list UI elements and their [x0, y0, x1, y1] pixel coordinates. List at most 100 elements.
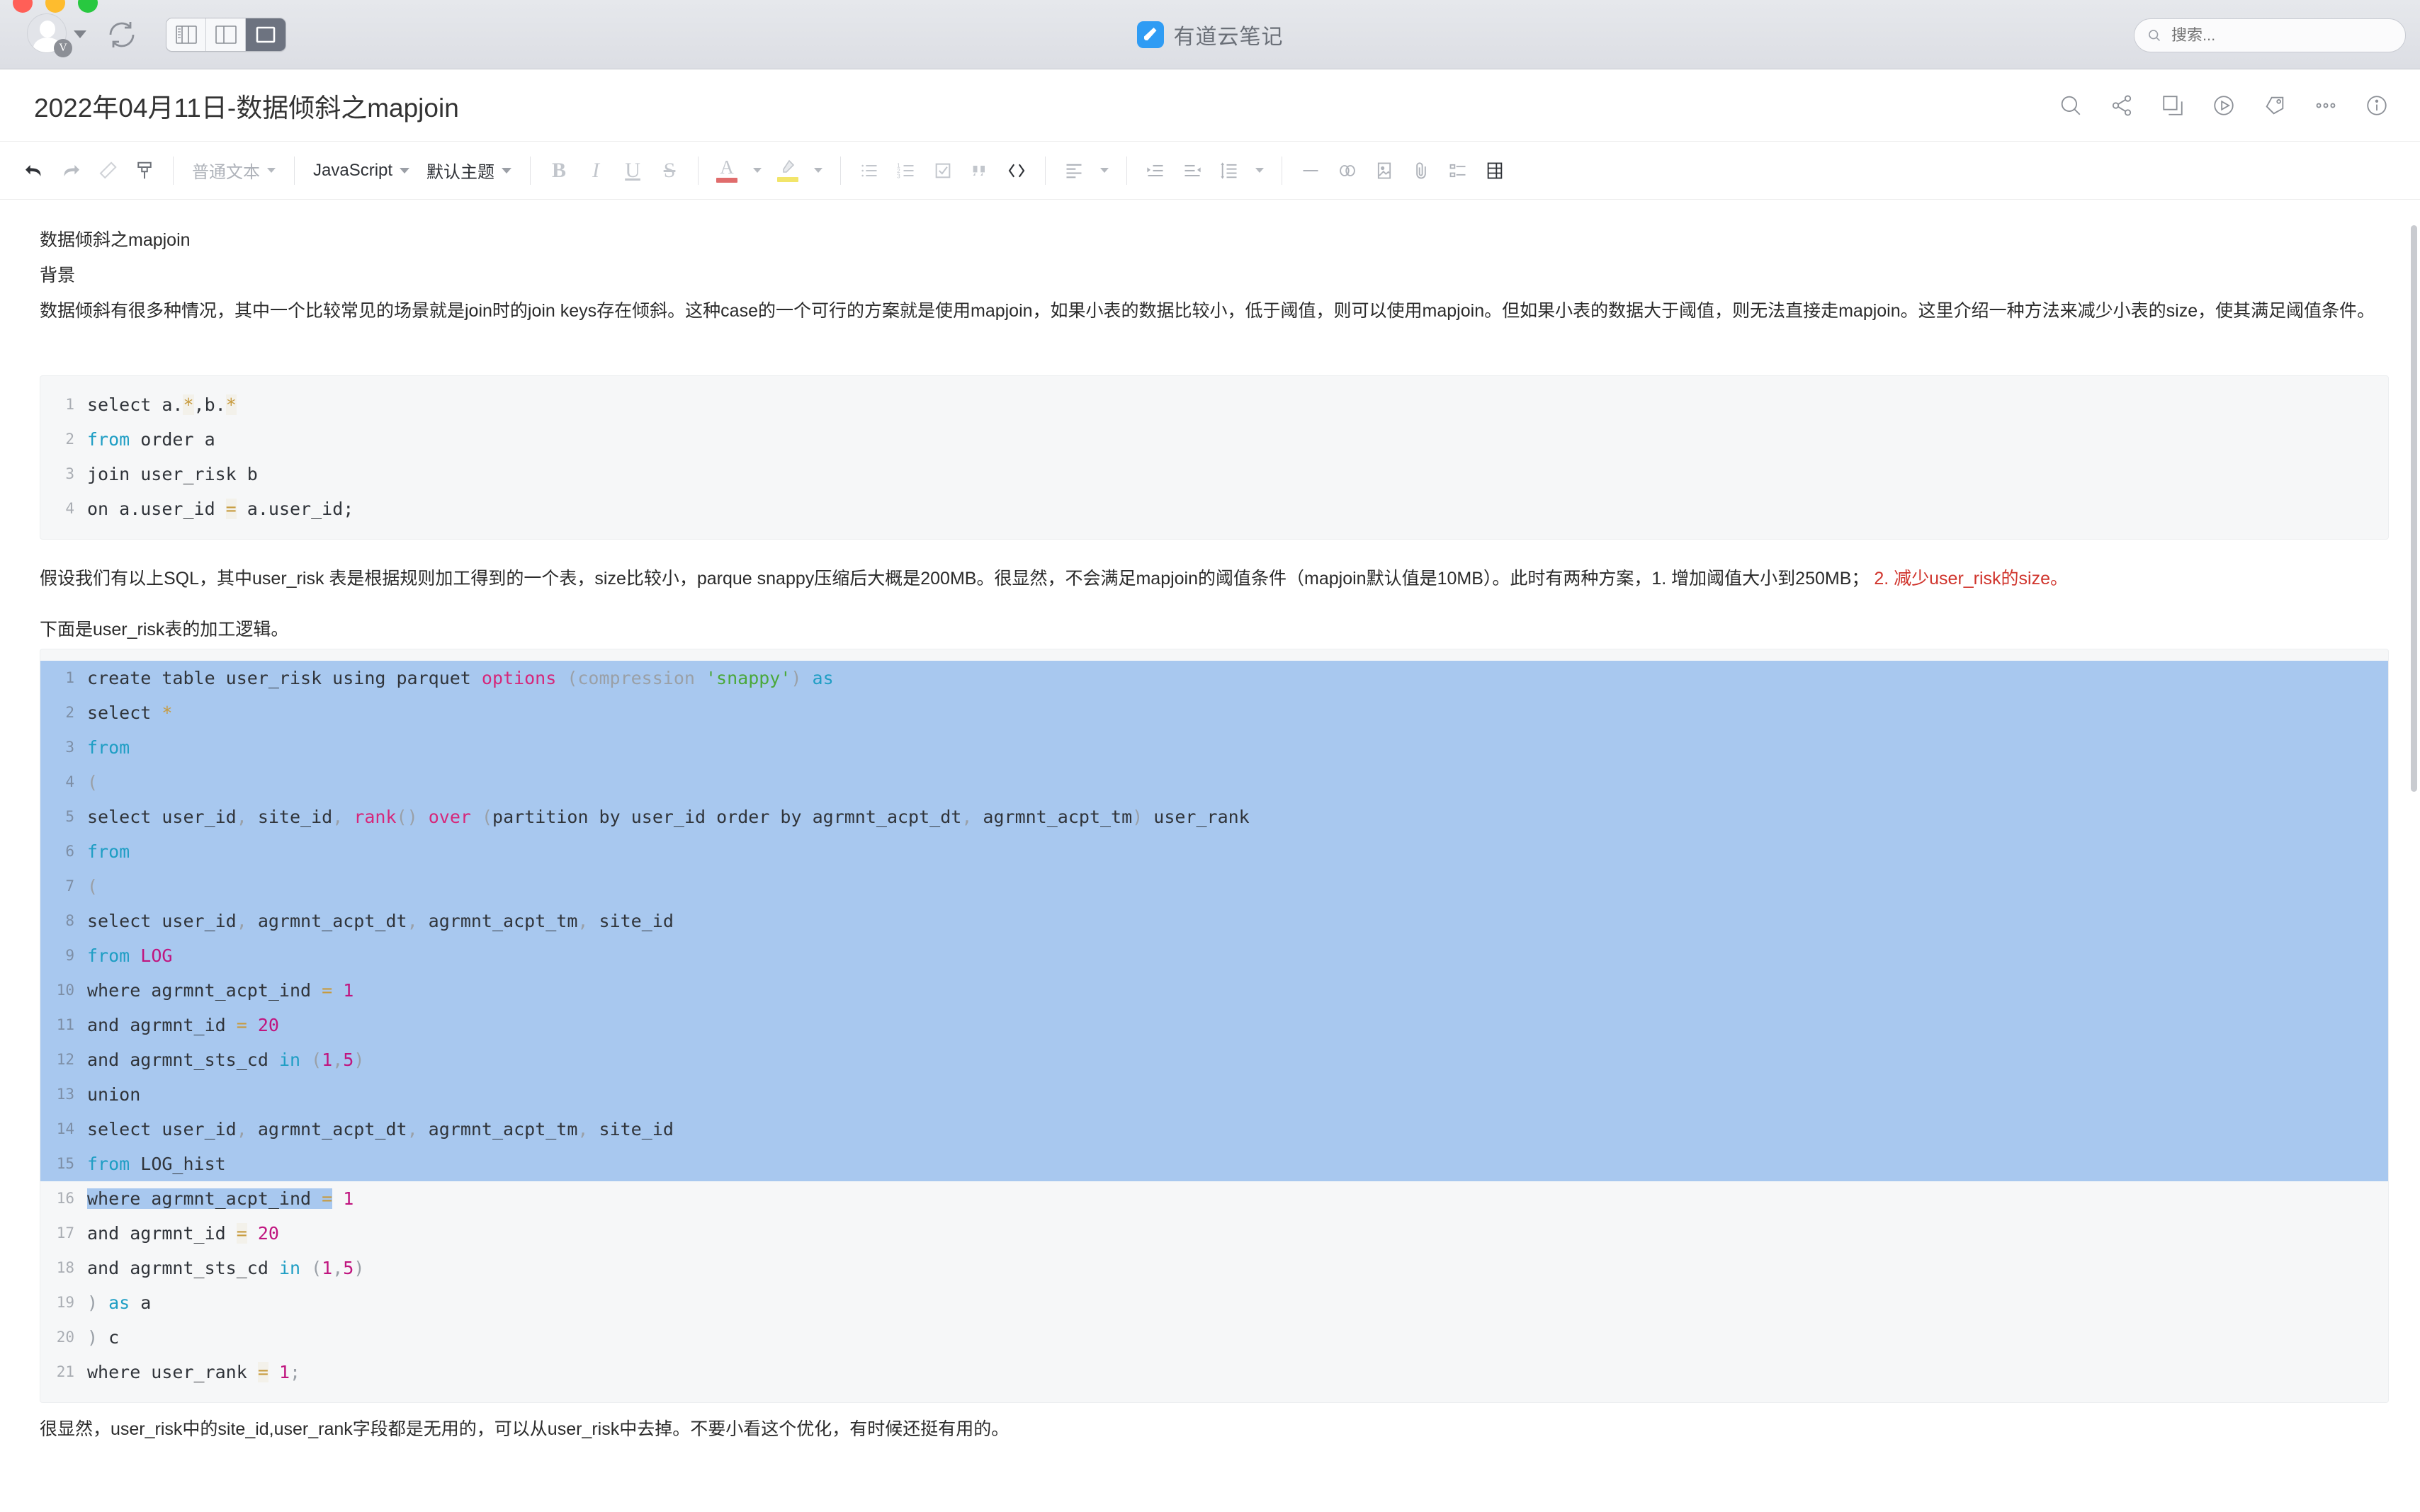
highlight-swatch [777, 177, 799, 182]
indent-button[interactable] [1137, 151, 1174, 191]
code-line[interactable]: 14 select user_id, agrmnt_acpt_dt, agrmnt… [40, 1112, 2388, 1147]
line-height-button[interactable] [1211, 151, 1248, 191]
code-theme-label: 默认主题 [426, 163, 495, 182]
line-number: 7 [65, 877, 74, 894]
chevron-down-icon[interactable] [74, 30, 86, 38]
code-line[interactable]: 6 from [40, 834, 2388, 869]
code-line[interactable]: 4 on a.user_id = a.user_id; [40, 491, 2388, 526]
content-paragraph-2: 假设我们有以上SQL，其中user_risk 表是根据规则加工得到的一个表，si… [40, 562, 2389, 595]
clear-format-button[interactable] [89, 151, 126, 191]
page-title[interactable]: 2022年04月11日-数据倾斜之mapjoin [34, 86, 2059, 125]
line-number: 15 [56, 1155, 74, 1172]
code-text: ( [87, 876, 98, 897]
highlight-dropdown[interactable] [806, 151, 830, 191]
minimize-window-button[interactable] [45, 0, 65, 13]
document-actions [2059, 93, 2389, 118]
numbered-list-button[interactable]: 1 2 3 [888, 151, 925, 191]
code-line[interactable]: 1 create table user_risk using parquet op… [40, 661, 2388, 695]
zoom-window-button[interactable] [78, 0, 98, 13]
bullet-list-icon [861, 164, 877, 176]
code-line[interactable]: 7( [40, 869, 2388, 904]
code-line[interactable]: 10 where agrmnt_acpt_ind = 1 [40, 973, 2388, 1008]
code-text: and agrmnt_sts_cd in (1,5) [87, 1050, 365, 1070]
present-icon[interactable] [2212, 93, 2236, 118]
font-color-button[interactable]: A [708, 151, 745, 191]
code-line[interactable]: 3 join user_risk b [40, 457, 2388, 491]
undo-button[interactable] [16, 151, 52, 191]
code-line[interactable]: 2 select * [40, 695, 2388, 730]
code-line[interactable]: 21 where user_rank = 1; [40, 1355, 2388, 1389]
italic-button[interactable]: I [577, 151, 614, 191]
code-line[interactable]: 11 and agrmnt_id = 20 [40, 1008, 2388, 1042]
code-line[interactable]: 15 from LOG_hist [40, 1147, 2388, 1181]
attachment-button[interactable] [1403, 151, 1440, 191]
app-title: 有道云笔记 [0, 0, 2420, 69]
checklist-button[interactable] [925, 151, 961, 191]
search-icon[interactable] [2059, 93, 2083, 118]
document-body[interactable]: 数据倾斜之mapjoin 背景 数据倾斜有很多种情况，其中一个比较常见的场景就是… [0, 200, 2420, 1512]
font-color-dropdown[interactable] [745, 151, 769, 191]
search-input[interactable] [2169, 25, 2392, 45]
code-line[interactable]: 16 where agrmnt_acpt_ind = 1 [40, 1181, 2388, 1216]
code-line[interactable]: 8 select user_id, agrmnt_acpt_dt, agrmnt_… [40, 904, 2388, 938]
global-search[interactable] [2134, 18, 2406, 52]
content-paragraph-4: 很显然，user_risk中的site_id,user_rank字段都是无用的，… [40, 1419, 1010, 1439]
share-icon[interactable] [2110, 93, 2134, 118]
code-line[interactable]: 3 from [40, 730, 2388, 765]
code-line[interactable]: 5 select user_id, site_id, rank() over (p… [40, 800, 2388, 834]
redo-button[interactable] [52, 151, 89, 191]
bold-button[interactable]: B [541, 151, 577, 191]
highlight-button[interactable] [769, 151, 806, 191]
view-mode-single-pane[interactable] [246, 18, 285, 51]
code-language-dropdown[interactable]: JavaScript [305, 151, 418, 191]
outline-icon [1449, 164, 1466, 177]
view-mode-three-pane[interactable] [166, 18, 206, 51]
quote-button[interactable] [961, 151, 998, 191]
code-line[interactable]: 12 and agrmnt_sts_cd in (1,5) [40, 1042, 2388, 1077]
code-line[interactable]: 18 and agrmnt_sts_cd in (1,5) [40, 1251, 2388, 1285]
link-button[interactable] [1329, 151, 1366, 191]
code-block-2[interactable]: 1 create table user_risk using parquet op… [40, 649, 2389, 1403]
copy-icon[interactable] [2161, 93, 2185, 118]
paragraph-style-dropdown[interactable]: 普通文本 [183, 151, 284, 191]
close-window-button[interactable] [13, 0, 33, 13]
code-theme-dropdown[interactable]: 默认主题 [418, 151, 520, 191]
two-pane-icon [215, 25, 237, 44]
code-line[interactable]: 19) as a [40, 1285, 2388, 1320]
more-icon[interactable] [2314, 93, 2338, 118]
code-block-button[interactable] [998, 151, 1035, 191]
code-line[interactable]: 1 select a.*,b.* [40, 387, 2388, 422]
code-text: from LOG [87, 945, 173, 966]
line-height-dropdown[interactable] [1248, 151, 1272, 191]
bullet-list-button[interactable] [851, 151, 888, 191]
align-button[interactable] [1056, 151, 1092, 191]
avatar[interactable]: V [27, 13, 72, 57]
single-pane-icon [256, 26, 276, 42]
code-block-1[interactable]: 1 select a.*,b.* 2 from order a 3 join user_r… [40, 375, 2389, 540]
info-icon[interactable] [2365, 93, 2389, 118]
tag-icon[interactable] [2263, 93, 2287, 118]
code-line[interactable]: 20) c [40, 1320, 2388, 1355]
code-line[interactable]: 2 from order a [40, 422, 2388, 457]
align-dropdown[interactable] [1092, 151, 1116, 191]
view-mode-switcher[interactable] [166, 17, 286, 52]
divider-button[interactable] [1292, 151, 1329, 191]
code-line[interactable]: 4( [40, 765, 2388, 800]
view-mode-two-pane[interactable] [206, 18, 246, 51]
table-button[interactable] [1476, 151, 1513, 191]
underline-button[interactable]: U [614, 151, 651, 191]
code-line[interactable]: 13 union [40, 1077, 2388, 1112]
line-number: 1 [65, 396, 74, 413]
code-line[interactable]: 17 and agrmnt_id = 20 [40, 1216, 2388, 1251]
sync-button[interactable] [105, 18, 139, 52]
strikethrough-button[interactable]: S [651, 151, 688, 191]
vertical-scrollbar[interactable] [2411, 225, 2417, 792]
line-number: 12 [56, 1051, 74, 1068]
account-menu[interactable]: V [27, 13, 86, 57]
outdent-button[interactable] [1174, 151, 1211, 191]
image-button[interactable] [1366, 151, 1403, 191]
outline-button[interactable] [1440, 151, 1476, 191]
code-line[interactable]: 9 from LOG [40, 938, 2388, 973]
line-number: 2 [65, 704, 74, 721]
format-painter-button[interactable] [126, 151, 163, 191]
